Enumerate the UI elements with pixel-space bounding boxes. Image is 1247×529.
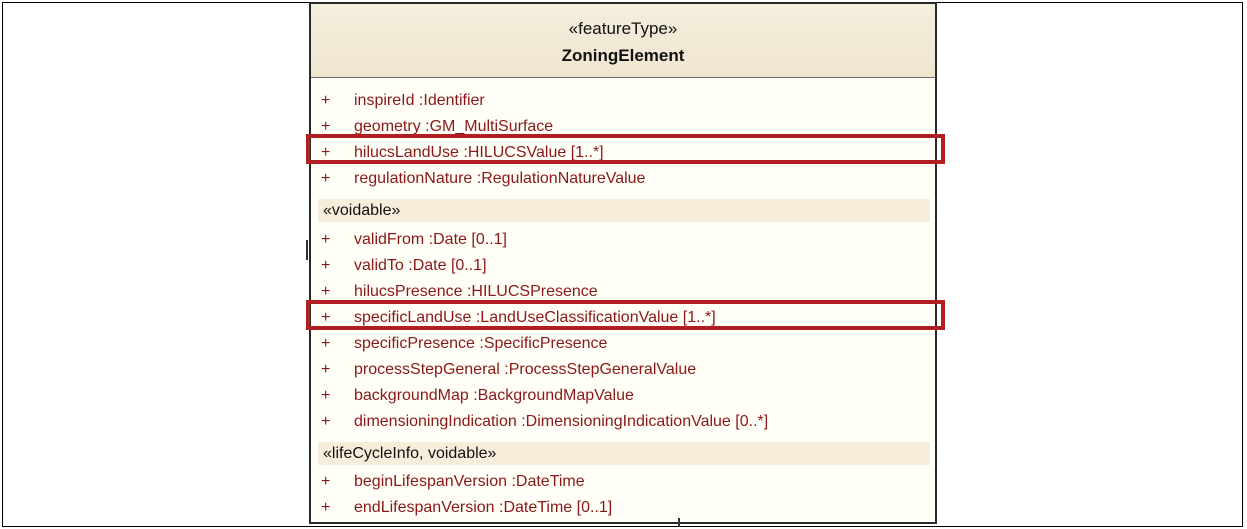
- connector-tick-bottom: [678, 518, 680, 527]
- attribute-processstepgeneral: + processStepGeneral :ProcessStepGeneralV…: [321, 361, 697, 378]
- class-header: «featureType» ZoningElement: [311, 4, 935, 78]
- attribute-backgroundmap: + backgroundMap :BackgroundMapValue: [321, 387, 634, 404]
- attribute-inspireid: + inspireId :Identifier: [321, 92, 485, 109]
- attribute-validfrom: + validFrom :Date [0..1]: [321, 231, 507, 248]
- class-name: ZoningElement: [561, 46, 685, 65]
- attribute-beginlifespanversion: + beginLifespanVersion :DateTime: [321, 473, 585, 490]
- highlight-hilucslanduse: [306, 134, 945, 164]
- section-voidable: «voidable»: [318, 199, 930, 222]
- section-lifecycleinfo-voidable: «lifeCycleInfo, voidable»: [318, 442, 930, 465]
- highlight-specificlanduse: [306, 300, 945, 330]
- class-stereotype: «featureType»: [568, 19, 678, 38]
- attribute-validto: + validTo :Date [0..1]: [321, 257, 487, 274]
- attribute-specificpresence: + specificPresence :SpecificPresence: [321, 335, 608, 352]
- connector-tick-left: [306, 240, 308, 260]
- attribute-regulationnature: + regulationNature :RegulationNatureValue: [321, 170, 646, 187]
- attribute-dimensioningindication: + dimensioningIndication :DimensioningInd…: [321, 413, 769, 430]
- attribute-endlifespanversion: + endLifespanVersion :DateTime [0..1]: [321, 499, 613, 516]
- uml-class-box: «featureType» ZoningElement + inspireId :…: [309, 2, 937, 524]
